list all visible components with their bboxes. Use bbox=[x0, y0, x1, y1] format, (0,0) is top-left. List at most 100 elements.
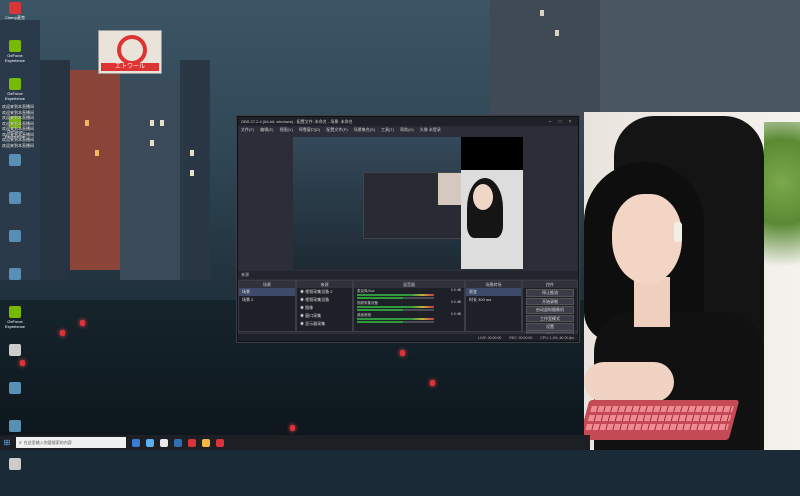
menu-item[interactable]: 编辑(E) bbox=[260, 127, 273, 133]
plant bbox=[764, 122, 800, 322]
mixer-channel[interactable]: 桌面音频 0.0 dB bbox=[354, 312, 464, 324]
source-item[interactable]: ◉ 窗口采集 bbox=[297, 312, 352, 320]
desktop-icon[interactable] bbox=[2, 230, 28, 264]
docks-toolbar: 来源 bbox=[238, 271, 578, 279]
volume-slider[interactable] bbox=[357, 309, 434, 311]
controls-header: 控件 bbox=[523, 281, 577, 288]
taskbar-app-icon[interactable] bbox=[132, 438, 140, 447]
close-icon[interactable]: × bbox=[565, 119, 575, 125]
status-item: CPU: 1.4%, 60.00 fps bbox=[540, 335, 574, 340]
taskbar-app-icon[interactable] bbox=[146, 438, 154, 447]
desktop-icon[interactable] bbox=[2, 458, 28, 492]
menu-item[interactable]: 场景集合(S) bbox=[354, 127, 375, 133]
mixer-channel[interactable]: 麦克风/Aux 0.0 dB bbox=[354, 288, 464, 300]
mixer-db: 0.0 dB bbox=[450, 312, 461, 316]
scene-item[interactable]: 场景 bbox=[239, 288, 295, 296]
chat-overlay: 欢迎来到本直播间 欢迎来到本直播间 欢迎来到本直播间 欢迎来到本直播间 欢迎来到本直播间… bbox=[2, 104, 98, 148]
taskbar-app-icon[interactable] bbox=[160, 438, 168, 447]
maximize-icon[interactable]: □ bbox=[555, 119, 565, 125]
taskbar-search[interactable]: ⌕ 在这里输入你要搜索的内容 bbox=[16, 437, 126, 448]
search-placeholder: 在这里输入你要搜索的内容 bbox=[23, 439, 72, 445]
source-item[interactable]: ◉ 视频采集设备 2 bbox=[297, 288, 352, 296]
menu-item[interactable]: 工具(T) bbox=[381, 127, 394, 133]
obs-preview[interactable] bbox=[293, 137, 523, 269]
app-icon bbox=[9, 78, 21, 90]
desktop-icon[interactable] bbox=[2, 192, 28, 226]
desktop-icon-label: Cherry麦克 bbox=[4, 15, 25, 20]
control-button[interactable]: 设置 bbox=[526, 323, 574, 331]
app-icon bbox=[9, 154, 21, 166]
menu-item[interactable]: 停靠窗口(D) bbox=[299, 127, 321, 133]
building bbox=[490, 0, 600, 120]
mixer-channel[interactable]: 视频采集设备 0.0 dB bbox=[354, 300, 464, 312]
menu-item[interactable]: 帮助(H) bbox=[400, 127, 414, 133]
chat-text: 欢迎来到本直播间 bbox=[2, 104, 34, 109]
mixer-db: 0.0 dB bbox=[450, 288, 461, 292]
logo-icon bbox=[117, 35, 147, 65]
streamer-face bbox=[612, 194, 682, 284]
mixer-label: 视频采集设备 bbox=[357, 301, 378, 305]
chat-message: 欢迎来到本直播间 bbox=[2, 143, 98, 149]
mixer-label: 麦克风/Aux bbox=[357, 289, 375, 293]
menu-item[interactable]: 文件(F) bbox=[241, 127, 254, 133]
taskbar: ⊞ ⌕ 在这里输入你要搜索的内容 bbox=[0, 435, 590, 450]
desktop-icon[interactable]: GeForce Experience bbox=[2, 306, 28, 340]
desktop-icon[interactable] bbox=[2, 268, 28, 302]
preview-nested-obs bbox=[363, 172, 463, 239]
obs-titlebar[interactable]: OBS 27.2.4 (64-bit, windows) - 配置文件: 未命名… bbox=[238, 117, 578, 126]
streamer-arm bbox=[584, 362, 674, 402]
source-item[interactable]: ◉ 显示器采集 bbox=[297, 320, 352, 328]
control-button[interactable]: 启动虚拟摄像机 bbox=[526, 306, 574, 314]
control-button[interactable]: 工作室模式 bbox=[526, 314, 574, 322]
building bbox=[40, 60, 70, 280]
obs-window[interactable]: OBS 27.2.4 (64-bit, windows) - 配置文件: 未命名… bbox=[237, 116, 579, 342]
taskbar-app-icon[interactable] bbox=[188, 438, 196, 447]
desktop-icon[interactable]: Cherry麦克 bbox=[2, 2, 28, 36]
volume-meter bbox=[357, 294, 434, 296]
transition-select[interactable]: 渐变 bbox=[466, 288, 521, 296]
chat-text: 欢迎来到本直播间 bbox=[2, 142, 34, 148]
app-icon bbox=[9, 458, 21, 470]
desktop-icon-label: GeForce Experience bbox=[4, 53, 25, 63]
transitions-dock[interactable]: 场景转场 渐变 时长 300 ms bbox=[465, 280, 522, 332]
source-item[interactable]: ◉ 视频采集设备 bbox=[297, 296, 352, 304]
menu-item[interactable]: 配置文件(P) bbox=[326, 127, 347, 133]
source-item[interactable]: ◉ 图像 bbox=[297, 304, 352, 312]
storefront-sign: エトワール bbox=[98, 30, 162, 74]
desktop-icon[interactable] bbox=[2, 154, 28, 188]
keyboard bbox=[584, 400, 740, 440]
duration-value: 300 ms bbox=[478, 297, 492, 302]
windows-start-icon[interactable]: ⊞ bbox=[0, 435, 14, 450]
desktop-icon[interactable] bbox=[2, 344, 28, 378]
volume-slider[interactable] bbox=[357, 321, 434, 323]
scene-item[interactable]: 场景 2 bbox=[239, 296, 295, 304]
scenes-header: 场景 bbox=[239, 281, 295, 288]
source-label: 视频采集设备 bbox=[305, 297, 330, 302]
transitions-header: 场景转场 bbox=[466, 281, 521, 288]
control-button[interactable]: 停止推流 bbox=[526, 289, 574, 297]
source-label: 显示器采集 bbox=[305, 321, 326, 326]
controls-dock[interactable]: 控件 停止推流开始录制启动虚拟摄像机工作室模式设置退出 bbox=[522, 280, 578, 339]
taskbar-app-icon[interactable] bbox=[202, 438, 210, 447]
taskbar-app-icon[interactable] bbox=[174, 438, 182, 447]
source-label: 窗口采集 bbox=[305, 313, 322, 318]
status-item: REC: 00:00:00 bbox=[509, 335, 533, 340]
menu-item[interactable]: 视图(V) bbox=[279, 127, 292, 133]
app-icon bbox=[9, 344, 21, 356]
app-icon bbox=[9, 230, 21, 242]
volume-slider[interactable] bbox=[357, 297, 434, 299]
control-button[interactable]: 开始录制 bbox=[526, 297, 574, 305]
sign-text: エトワール bbox=[101, 63, 159, 71]
building bbox=[120, 80, 180, 280]
mixer-dock[interactable]: 混音器 麦克风/Aux 0.0 dB 视频采集设备 0.0 dB 桌面音频 0.0 dB bbox=[353, 280, 465, 332]
desktop-icon[interactable] bbox=[2, 382, 28, 416]
scenes-dock[interactable]: 场景 场景 场景 2 bbox=[238, 280, 296, 332]
sources-dock[interactable]: 来源 ◉ 视频采集设备 2 ◉ 视频采集设备 ◉ 图像 ◉ 窗口采集 ◉ 显示器采集 bbox=[296, 280, 353, 332]
duration-field[interactable]: 时长 300 ms bbox=[466, 296, 521, 304]
app-icon bbox=[9, 192, 21, 204]
app-icon bbox=[9, 382, 21, 394]
minimize-icon[interactable]: – bbox=[545, 119, 555, 125]
desktop-icon[interactable]: GeForce Experience bbox=[2, 40, 28, 74]
taskbar-app-icon[interactable] bbox=[216, 438, 224, 447]
menu-item[interactable]: 头像 未登录 bbox=[420, 127, 441, 133]
